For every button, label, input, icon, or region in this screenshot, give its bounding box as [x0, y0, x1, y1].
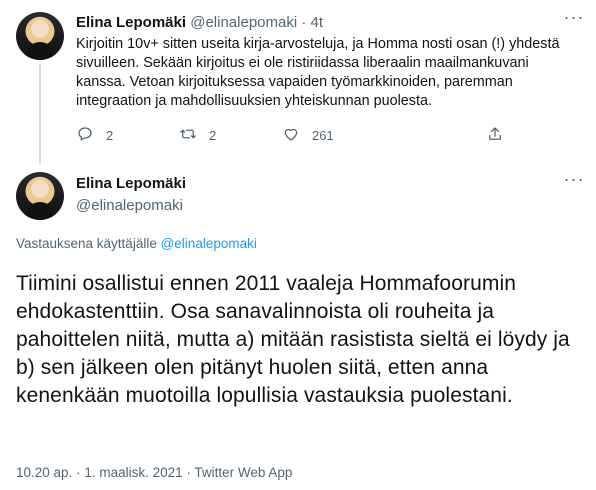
tweet-metadata: 10.20 ap. · 1. maalisk. 2021 · Twitter W…	[16, 464, 292, 482]
separator-dot: ·	[182, 465, 195, 480]
author-name-text: Elina Lepomäki	[76, 175, 187, 192]
like-icon	[282, 125, 300, 146]
avatar[interactable]	[16, 172, 64, 220]
tweet-time[interactable]: 10.20 ap.	[16, 465, 72, 480]
replying-prefix: Vastauksena käyttäjälle	[16, 236, 161, 251]
tweet-parent[interactable]: Elina Lepomäki @elinalepomaki · 4t ··· K…	[0, 0, 596, 164]
author-handle[interactable]: @elinalepomaki	[76, 196, 183, 216]
author-name[interactable]: Elina Lepomäki	[76, 14, 186, 31]
thread-connector-line	[39, 64, 41, 164]
tweet-actions: 2 2 261	[76, 124, 516, 146]
more-icon[interactable]: ···	[563, 170, 585, 192]
like-button[interactable]: 261	[282, 124, 334, 146]
tweet-date[interactable]: 1. maalisk. 2021	[84, 465, 182, 480]
tweet-header: Elina Lepomäki @elinalepomaki · 4t	[76, 13, 323, 33]
more-icon[interactable]: ···	[563, 8, 585, 30]
reply-count: 2	[106, 127, 114, 143]
author-handle[interactable]: @elinalepomaki	[190, 14, 297, 31]
tweet-source[interactable]: Twitter Web App	[194, 465, 292, 480]
reply-button[interactable]: 2	[76, 124, 113, 146]
separator-dot: ·	[72, 465, 85, 480]
reply-icon	[76, 125, 94, 146]
author-name[interactable]: Elina Lepomäki	[76, 174, 186, 194]
separator-dot: ·	[297, 14, 311, 31]
share-icon	[486, 125, 504, 146]
tweet-age[interactable]: 4t	[311, 14, 324, 31]
replying-to-link[interactable]: @elinalepomaki	[161, 236, 257, 251]
retweet-count: 2	[209, 127, 217, 143]
retweet-button[interactable]: 2	[179, 124, 216, 146]
share-button[interactable]	[486, 124, 504, 146]
retweet-icon	[179, 125, 197, 146]
avatar[interactable]	[16, 12, 64, 60]
tweet-text: Kirjoitin 10v+ sitten useita kirja-arvos…	[76, 36, 560, 109]
like-count: 261	[312, 127, 334, 143]
replying-to: Vastauksena käyttäjälle @elinalepomaki	[16, 235, 257, 253]
tweet-text: Tiimini osallistui ennen 2011 vaaleja Ho…	[16, 272, 570, 407]
